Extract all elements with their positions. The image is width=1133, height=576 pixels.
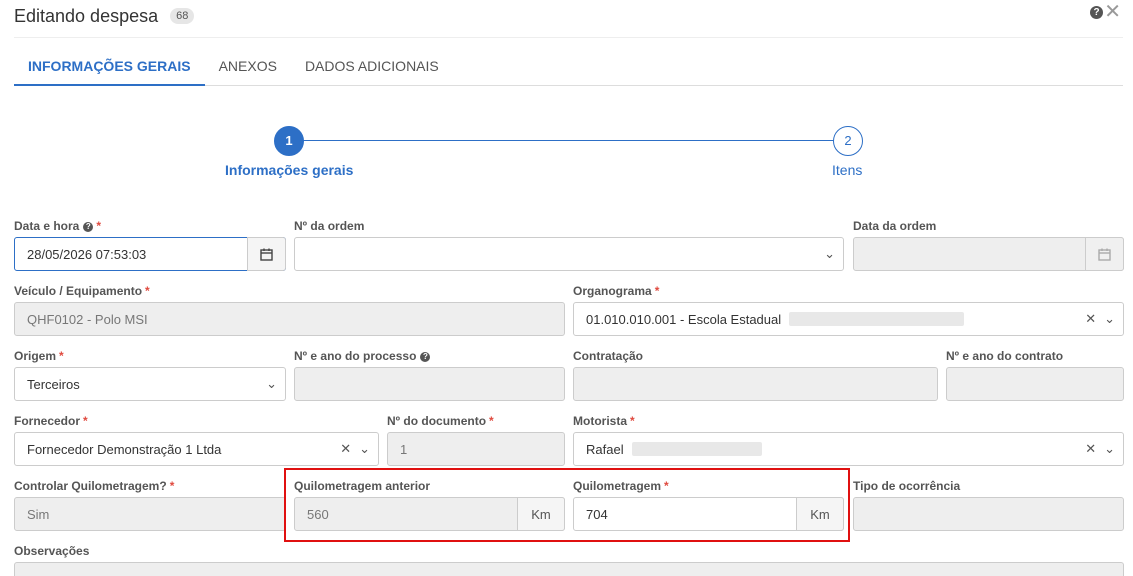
data-ordem-input xyxy=(853,237,1124,271)
controlar-km-select: Sim xyxy=(14,497,286,531)
required-marker: * xyxy=(169,479,175,493)
tab-informacoes-gerais[interactable]: INFORMAÇÕES GERAIS xyxy=(14,48,205,86)
tab-dados-adicionais[interactable]: DADOS ADICIONAIS xyxy=(291,48,453,86)
observacoes-label: Observações xyxy=(14,544,90,558)
required-marker: * xyxy=(96,219,102,233)
required-marker: * xyxy=(630,414,635,428)
calendar-icon xyxy=(260,248,273,261)
origem-label: Origem * xyxy=(14,349,64,363)
required-marker: * xyxy=(489,414,494,428)
veiculo-input: QHF0102 - Polo MSI xyxy=(14,302,565,336)
origem-value: Terceiros xyxy=(27,376,80,392)
redacted-text xyxy=(631,442,762,456)
help-icon[interactable]: ? xyxy=(420,352,431,362)
contratacao-label: Contratação xyxy=(573,349,644,363)
chevron-down-icon: ⌄ xyxy=(359,441,370,456)
data-hora-value: 28/05/2026 07:53:03 xyxy=(27,246,147,262)
page-title: Editando despesa xyxy=(14,5,159,26)
tipo-ocorrencia-label: Tipo de ocorrência xyxy=(853,479,961,493)
step-1-label[interactable]: Informações gerais xyxy=(225,162,353,178)
num-contrato-input xyxy=(946,367,1124,401)
veiculo-value: QHF0102 - Polo MSI xyxy=(27,311,148,327)
chevron-down-icon: ⌄ xyxy=(824,246,835,261)
chevron-down-icon: ⌄ xyxy=(1104,311,1115,326)
stepper-line xyxy=(289,140,848,141)
tab-bar: INFORMAÇÕES GERAIS ANEXOS DADOS ADICIONA… xyxy=(14,48,1123,86)
fornecedor-label: Fornecedor * xyxy=(14,414,88,428)
expense-id-badge: 68 xyxy=(170,8,195,24)
data-ordem-label: Data da ordem xyxy=(853,219,937,233)
quilometragem-highlight xyxy=(284,468,850,542)
required-marker: * xyxy=(654,284,660,298)
controlar-km-value: Sim xyxy=(27,506,50,522)
step-2-circle[interactable]: 2 xyxy=(833,126,863,156)
tipo-ocorrencia-input xyxy=(853,497,1124,531)
origem-select[interactable]: Terceiros ⌄ xyxy=(14,367,286,401)
num-documento-input: 1 xyxy=(387,432,565,466)
num-processo-label: Nº e ano do processo? xyxy=(294,349,431,363)
redacted-text xyxy=(789,312,965,326)
num-processo-input xyxy=(294,367,565,401)
tab-anexos[interactable]: ANEXOS xyxy=(205,48,291,86)
chevron-down-icon: ⌄ xyxy=(1104,441,1115,456)
clear-icon[interactable]: ✕ xyxy=(1085,311,1096,327)
motorista-value: Rafael xyxy=(586,441,624,457)
fornecedor-select[interactable]: Fornecedor Demonstração 1 Ltda ✕ ⌄ xyxy=(14,432,379,466)
close-icon[interactable]: ✕ xyxy=(1104,2,1121,22)
help-icon[interactable]: ? xyxy=(83,222,94,232)
calendar-button[interactable] xyxy=(247,237,286,271)
step-1-circle[interactable]: 1 xyxy=(274,126,304,156)
num-ordem-label: Nº da ordem xyxy=(294,219,365,233)
calendar-icon xyxy=(1098,248,1111,261)
data-hora-label: Data e hora? * xyxy=(14,219,102,233)
step-2-label[interactable]: Itens xyxy=(832,162,862,178)
calendar-button-disabled xyxy=(1085,237,1124,271)
required-marker: * xyxy=(59,349,64,363)
help-icon[interactable]: ? xyxy=(1090,6,1103,19)
num-documento-value: 1 xyxy=(400,441,408,457)
clear-icon[interactable]: ✕ xyxy=(340,441,351,457)
chevron-down-icon: ⌄ xyxy=(266,376,277,391)
clear-icon[interactable]: ✕ xyxy=(1085,441,1096,457)
required-marker: * xyxy=(145,284,150,298)
organograma-select[interactable]: 01.010.010.001 - Escola Estadual ✕ ⌄ xyxy=(573,302,1124,336)
organograma-value: 01.010.010.001 - Escola Estadual xyxy=(586,311,782,327)
controlar-km-label: Controlar Quilometragem? * xyxy=(14,479,175,493)
motorista-select[interactable]: Rafael ✕ ⌄ xyxy=(573,432,1124,466)
header-divider xyxy=(14,37,1123,38)
num-documento-label: Nº do documento * xyxy=(387,414,494,428)
veiculo-label: Veículo / Equipamento * xyxy=(14,284,150,298)
data-hora-input[interactable]: 28/05/2026 07:53:03 xyxy=(14,237,286,271)
contratacao-input xyxy=(573,367,938,401)
modal-header: Editando despesa 68 xyxy=(14,4,195,28)
fornecedor-value: Fornecedor Demonstração 1 Ltda xyxy=(27,441,222,457)
num-ordem-select[interactable]: ⌄ xyxy=(294,237,844,271)
motorista-label: Motorista * xyxy=(573,414,635,428)
num-contrato-label: Nº e ano do contrato xyxy=(946,349,1064,363)
required-marker: * xyxy=(83,414,88,428)
organograma-label: Organograma * xyxy=(573,284,660,298)
observacoes-textarea xyxy=(14,562,1124,576)
